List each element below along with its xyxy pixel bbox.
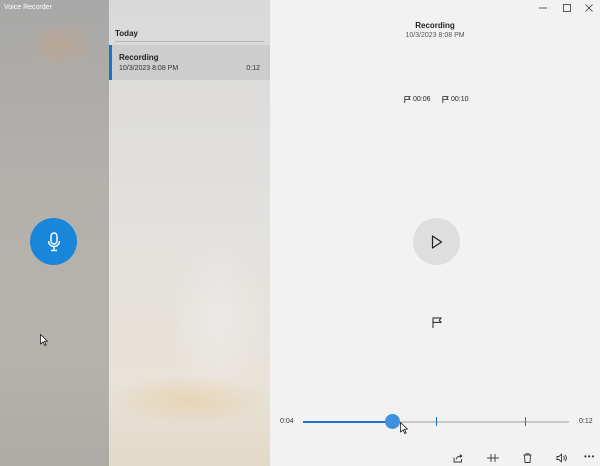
section-header-today: Today xyxy=(115,29,138,38)
share-button[interactable] xyxy=(451,452,465,464)
playback-slider[interactable] xyxy=(303,414,569,429)
more-options-button[interactable]: ••• xyxy=(584,452,595,461)
playback-progress xyxy=(303,421,392,423)
background-blur xyxy=(20,20,100,70)
speaker-button[interactable] xyxy=(555,452,569,464)
background-blur xyxy=(109,375,270,425)
recording-list-item[interactable]: Recording 10/3/2023 8:08 PM 0:12 xyxy=(109,45,270,80)
close-button[interactable] xyxy=(578,0,600,15)
flag-icon xyxy=(404,96,411,103)
more-icon: ••• xyxy=(584,452,596,461)
marker-2[interactable]: 00:10 xyxy=(442,96,469,103)
minimize-button[interactable] xyxy=(532,0,554,15)
close-icon xyxy=(585,3,593,12)
record-button[interactable] xyxy=(30,218,77,265)
section-divider xyxy=(115,41,264,42)
share-icon xyxy=(453,454,463,463)
minimize-icon xyxy=(539,7,547,8)
total-time: 0:12 xyxy=(579,418,593,425)
play-icon xyxy=(431,234,442,249)
recording-item-duration: 0:12 xyxy=(246,65,260,72)
recording-item-date: 10/3/2023 8:08 PM xyxy=(119,65,179,72)
recording-item-name: Recording xyxy=(119,53,159,62)
mouse-cursor-icon xyxy=(40,334,48,346)
marker-tick xyxy=(436,417,437,426)
maximize-icon xyxy=(563,3,571,12)
mouse-cursor-icon xyxy=(400,422,408,434)
flag-icon xyxy=(442,96,449,103)
flag-icon xyxy=(432,317,442,328)
marker-time: 00:10 xyxy=(451,96,469,103)
trim-icon xyxy=(487,454,499,462)
delete-button[interactable] xyxy=(520,452,534,464)
speaker-icon xyxy=(556,453,567,463)
selection-indicator xyxy=(109,45,112,80)
trim-button[interactable] xyxy=(486,452,500,464)
marker-1[interactable]: 00:06 xyxy=(404,96,431,103)
trash-icon xyxy=(523,453,531,463)
play-button[interactable] xyxy=(413,218,460,265)
current-time: 0:04 xyxy=(280,418,294,425)
app-title: Voice Recorder xyxy=(4,4,52,11)
microphone-icon xyxy=(47,231,60,251)
recording-date: 10/3/2023 8:08 PM xyxy=(405,32,465,39)
playback-thumb[interactable] xyxy=(384,414,400,429)
recording-title: Recording xyxy=(415,21,455,30)
marker-tick xyxy=(524,417,526,426)
marker-time: 00:06 xyxy=(413,96,431,103)
maximize-button[interactable] xyxy=(556,0,578,15)
add-marker-button[interactable] xyxy=(430,315,444,329)
